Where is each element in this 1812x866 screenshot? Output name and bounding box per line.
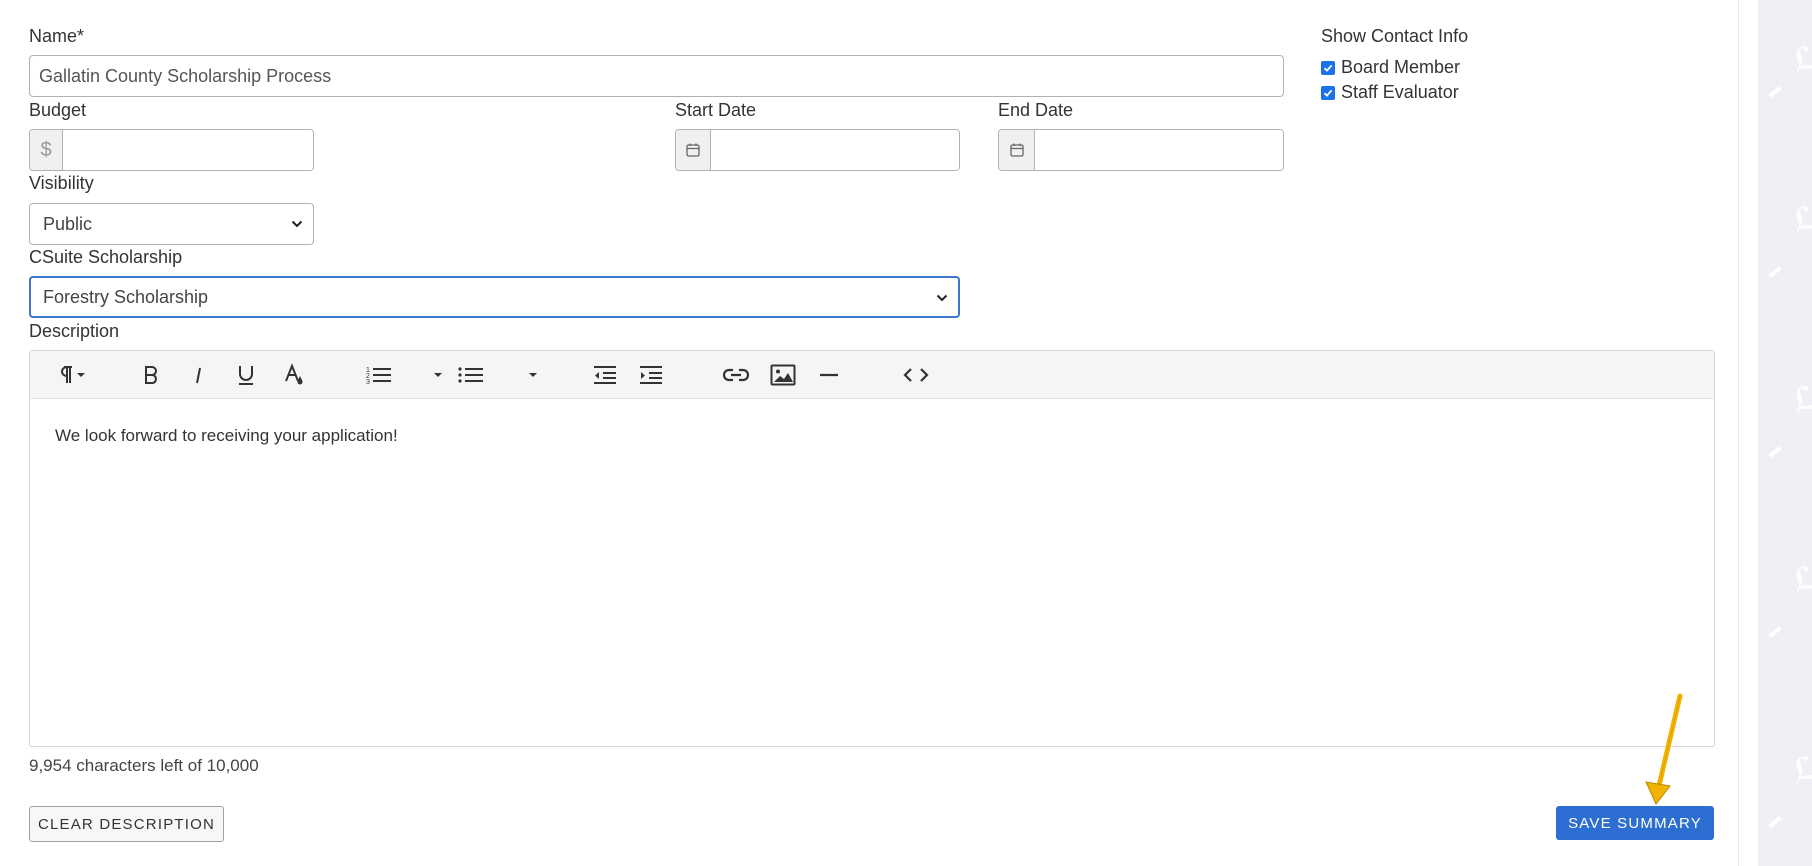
- unordered-list-icon: [458, 367, 483, 383]
- description-label: Description: [29, 321, 120, 341]
- end-date-label: End Date: [998, 100, 1074, 120]
- image-button[interactable]: [770, 361, 796, 389]
- end-date-input[interactable]: [1035, 130, 1283, 170]
- editor-toolbar: 123: [30, 351, 1714, 399]
- chevron-down-icon: [291, 204, 303, 244]
- show-contact-info-label: Show Contact Info: [1321, 26, 1469, 46]
- svg-text:3: 3: [366, 379, 370, 386]
- character-counter: 9,954 characters left of 10,000: [29, 756, 259, 775]
- unordered-list-options-button[interactable]: [527, 361, 539, 389]
- ordered-list-icon: 123: [366, 367, 391, 386]
- visibility-select[interactable]: Public: [29, 203, 314, 245]
- decorative-glyph: ℒ: [1786, 557, 1812, 601]
- clear-description-button[interactable]: CLEAR DESCRIPTION: [29, 806, 224, 842]
- image-icon: [770, 364, 796, 386]
- right-side-rail: ℒ ℒ ℒ ℒ ℒ: [1758, 0, 1812, 866]
- decorative-glyph: ℒ: [1786, 37, 1812, 81]
- paragraph-style-button[interactable]: [55, 361, 91, 389]
- horizontal-rule-button[interactable]: [818, 361, 840, 389]
- name-label: Name*: [29, 26, 85, 46]
- text-color-button[interactable]: [282, 361, 306, 389]
- budget-input-group: $: [29, 129, 314, 171]
- horizontal-rule-icon: [820, 373, 838, 377]
- outdent-icon: [594, 366, 616, 384]
- indent-button[interactable]: [638, 361, 664, 389]
- unordered-list-button[interactable]: [457, 361, 485, 389]
- decorative-dash: [1768, 85, 1782, 99]
- chevron-down-icon: [936, 278, 948, 318]
- start-date-input[interactable]: [711, 130, 959, 170]
- staff-evaluator-label: Staff Evaluator: [1341, 82, 1459, 102]
- csuite-scholarship-label: CSuite Scholarship: [29, 247, 183, 267]
- bold-button[interactable]: [140, 361, 162, 389]
- content-divider: [1738, 0, 1739, 866]
- board-member-checkbox[interactable]: Board Member: [1321, 57, 1460, 78]
- italic-icon: [196, 367, 201, 384]
- checkbox-checked-icon[interactable]: [1321, 60, 1335, 75]
- staff-evaluator-checkbox[interactable]: Staff Evaluator: [1321, 82, 1459, 103]
- decorative-glyph: ℒ: [1786, 377, 1812, 421]
- ordered-list-button[interactable]: 123: [365, 361, 393, 389]
- decorative-dash: [1768, 815, 1782, 829]
- start-date-label: Start Date: [675, 100, 757, 120]
- underline-button[interactable]: [234, 361, 258, 389]
- visibility-label: Visibility: [29, 173, 94, 193]
- decorative-glyph: ℒ: [1786, 197, 1812, 241]
- decorative-glyph: ℒ: [1786, 747, 1812, 791]
- outdent-button[interactable]: [592, 361, 618, 389]
- budget-input[interactable]: [63, 130, 313, 170]
- decorative-dash: [1768, 625, 1782, 639]
- link-icon: [722, 368, 750, 382]
- caret-down-icon: [434, 373, 442, 377]
- underline-icon: [239, 366, 253, 385]
- dollar-prefix: $: [30, 130, 63, 170]
- link-button[interactable]: [722, 361, 750, 389]
- decorative-dash: [1768, 265, 1782, 279]
- code-view-icon: [903, 368, 929, 382]
- start-date-input-group: [675, 129, 960, 171]
- calendar-icon[interactable]: [999, 130, 1035, 170]
- ordered-list-options-button[interactable]: [432, 361, 444, 389]
- indent-icon: [640, 366, 662, 384]
- italic-button[interactable]: [188, 361, 210, 389]
- bold-icon: [145, 366, 157, 384]
- budget-label: Budget: [29, 100, 87, 120]
- board-member-label: Board Member: [1341, 57, 1461, 77]
- description-editor: 123 We look forward to receiving your ap…: [29, 350, 1715, 747]
- calendar-icon[interactable]: [676, 130, 711, 170]
- end-date-input-group: [998, 129, 1284, 171]
- name-input[interactable]: [29, 55, 1284, 97]
- csuite-scholarship-selected-value: Forestry Scholarship: [43, 287, 209, 307]
- save-summary-button[interactable]: SAVE SUMMARY: [1556, 806, 1714, 840]
- annotation-arrow-icon: [1645, 693, 1683, 805]
- description-content[interactable]: We look forward to receiving your applic…: [55, 426, 398, 446]
- caret-down-icon: [529, 373, 537, 377]
- code-view-button[interactable]: [902, 361, 930, 389]
- visibility-selected-value: Public: [43, 214, 93, 234]
- text-color-icon: [285, 363, 303, 385]
- decorative-dash: [1768, 445, 1782, 459]
- checkbox-checked-icon[interactable]: [1321, 85, 1335, 100]
- csuite-scholarship-select[interactable]: Forestry Scholarship: [29, 276, 960, 318]
- paragraph-icon: [61, 366, 85, 383]
